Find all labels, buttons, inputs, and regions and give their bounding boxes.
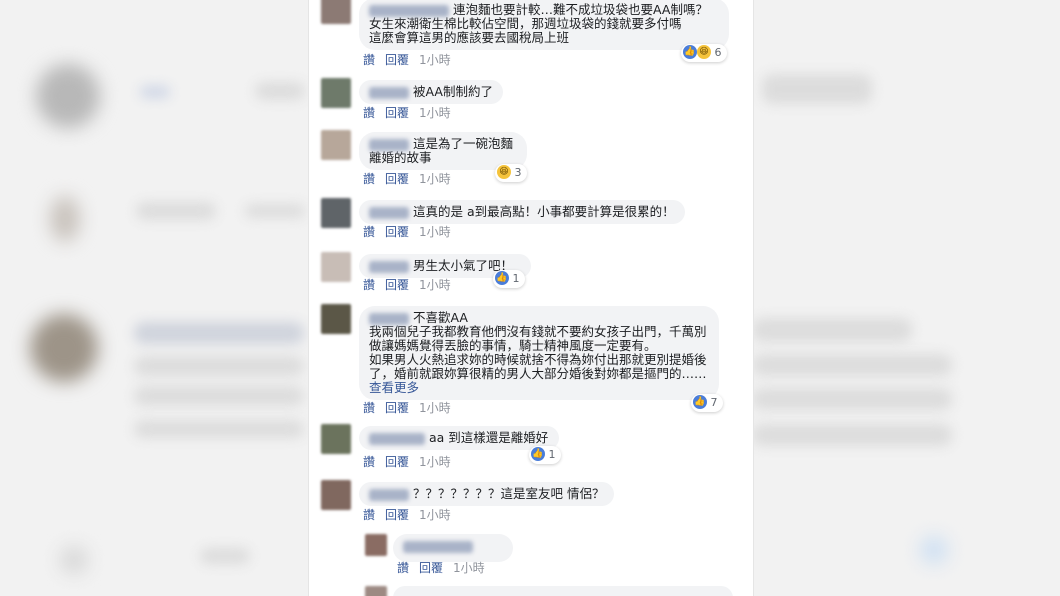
replier-avatar[interactable] [365, 534, 387, 556]
comment-actions: 讚回覆 1小時 [363, 400, 451, 416]
reply-button[interactable]: 回覆 [385, 225, 409, 239]
commenter-name[interactable] [369, 432, 425, 445]
commenter-name[interactable] [369, 4, 449, 17]
commenter-avatar[interactable] [321, 252, 351, 282]
reply-button[interactable]: 回覆 [385, 401, 409, 415]
comment-actions: 讚回覆 1小時 [363, 277, 451, 293]
reply-button[interactable]: 回覆 [385, 172, 409, 186]
reply-button[interactable]: 回覆 [385, 508, 409, 522]
comment-text: 被AA制制約了 [413, 84, 493, 99]
comment-text: aa 到這樣還是離婚好 [429, 430, 549, 445]
comment-actions: 讚回覆 1小時 [363, 224, 451, 240]
like-button[interactable]: 讚 [363, 508, 375, 522]
commenter-avatar[interactable] [321, 0, 351, 24]
comment-actions: 讚回覆 1小時 [363, 171, 451, 187]
comment-timestamp[interactable]: 1小時 [419, 225, 451, 239]
like-button[interactable]: 讚 [397, 561, 409, 575]
comment-timestamp[interactable]: 1小時 [419, 278, 451, 292]
comment-bubble [393, 586, 733, 596]
like-button[interactable]: 讚 [363, 106, 375, 120]
blurred-background-left [0, 0, 308, 596]
comment-bubble: 被AA制制約了 [359, 80, 503, 104]
comment-timestamp[interactable]: 1小時 [419, 401, 451, 415]
comment-actions: 讚回覆 1小時 [397, 560, 485, 576]
like-button[interactable]: 讚 [363, 401, 375, 415]
like-button[interactable]: 讚 [363, 172, 375, 186]
comment-timestamp[interactable]: 1小時 [419, 106, 451, 120]
reply-button[interactable]: 回覆 [385, 278, 409, 292]
haha-reaction-icon: 😆 [697, 45, 711, 59]
comment-bubble: ？？？？？？？這是室友吧 情侶？ [359, 482, 615, 506]
reply-button[interactable]: 回覆 [419, 561, 443, 575]
comment-timestamp[interactable]: 1小時 [419, 172, 451, 186]
like-reaction-icon: 👍 [693, 395, 707, 409]
reaction-count[interactable]: 👍 1 [529, 446, 561, 464]
comment-bubble [393, 534, 513, 562]
like-button[interactable]: 讚 [363, 278, 375, 292]
comment-text: 這真的是 a到最高點！小事都要計算是很累的！ [413, 204, 675, 219]
reaction-count[interactable]: 👍 7 [691, 394, 723, 412]
commenter-avatar[interactable] [321, 198, 351, 228]
blurred-background-right [752, 0, 1060, 596]
comment-feed: 連泡麵也要計較…難不成垃圾袋也要AA制嗎？ 女生來潮衛生棉比較佔空間，那週垃圾袋… [308, 0, 754, 596]
commenter-avatar[interactable] [321, 424, 351, 454]
like-reaction-icon: 👍 [495, 271, 509, 285]
reaction-count[interactable]: 👍 1 [493, 270, 525, 288]
comment-bubble: 連泡麵也要計較…難不成垃圾袋也要AA制嗎？ 女生來潮衛生棉比較佔空間，那週垃圾袋… [359, 0, 729, 50]
like-button[interactable]: 讚 [363, 53, 375, 67]
commenter-name[interactable] [403, 540, 473, 553]
comment-timestamp[interactable]: 1小時 [419, 455, 451, 469]
commenter-name[interactable] [369, 312, 409, 325]
commenter-name[interactable] [369, 488, 409, 501]
reply-button[interactable]: 回覆 [385, 106, 409, 120]
commenter-avatar[interactable] [321, 78, 351, 108]
comment-timestamp[interactable]: 1小時 [419, 53, 451, 67]
comment-actions: 讚回覆 1小時 [363, 507, 451, 523]
commenter-avatar[interactable] [365, 586, 387, 596]
reply-button[interactable]: 回覆 [385, 455, 409, 469]
comment-text: ？？？？？？？這是室友吧 情侶？ [413, 486, 605, 501]
commenter-name[interactable] [369, 206, 409, 219]
like-button[interactable]: 讚 [363, 455, 375, 469]
comment-timestamp[interactable]: 1小時 [419, 508, 451, 522]
comment-bubble: 這真的是 a到最高點！小事都要計算是很累的！ [359, 200, 685, 224]
see-more-link[interactable]: 查看更多 [369, 380, 419, 395]
comment-actions: 讚回覆 1小時 [363, 454, 451, 470]
like-reaction-icon: 👍 [683, 45, 697, 59]
commenter-name[interactable] [369, 260, 409, 273]
comment-timestamp[interactable]: 1小時 [453, 561, 485, 575]
commenter-avatar[interactable] [321, 304, 351, 334]
comment-actions: 讚回覆 1小時 [363, 52, 451, 68]
reaction-count[interactable]: 👍 😆 6 [681, 44, 727, 62]
commenter-avatar[interactable] [321, 480, 351, 510]
comment-bubble: aa 到這樣還是離婚好 [359, 426, 559, 450]
comment-actions: 讚回覆 1小時 [363, 105, 451, 121]
like-reaction-icon: 👍 [531, 447, 545, 461]
commenter-avatar[interactable] [321, 130, 351, 160]
reply-button[interactable]: 回覆 [385, 53, 409, 67]
comment-text: 不喜歡AA 我兩個兒子我都教育他們沒有錢就不要約女孩子出門，千萬別做讓媽媽覺得丟… [369, 310, 707, 381]
commenter-name[interactable] [369, 138, 409, 151]
reaction-count[interactable]: 😆 3 [495, 164, 527, 182]
commenter-name[interactable] [369, 86, 409, 99]
comment-bubble: 不喜歡AA 我兩個兒子我都教育他們沒有錢就不要約女孩子出門，千萬別做讓媽媽覺得丟… [359, 306, 719, 400]
like-button[interactable]: 讚 [363, 225, 375, 239]
haha-reaction-icon: 😆 [497, 165, 511, 179]
